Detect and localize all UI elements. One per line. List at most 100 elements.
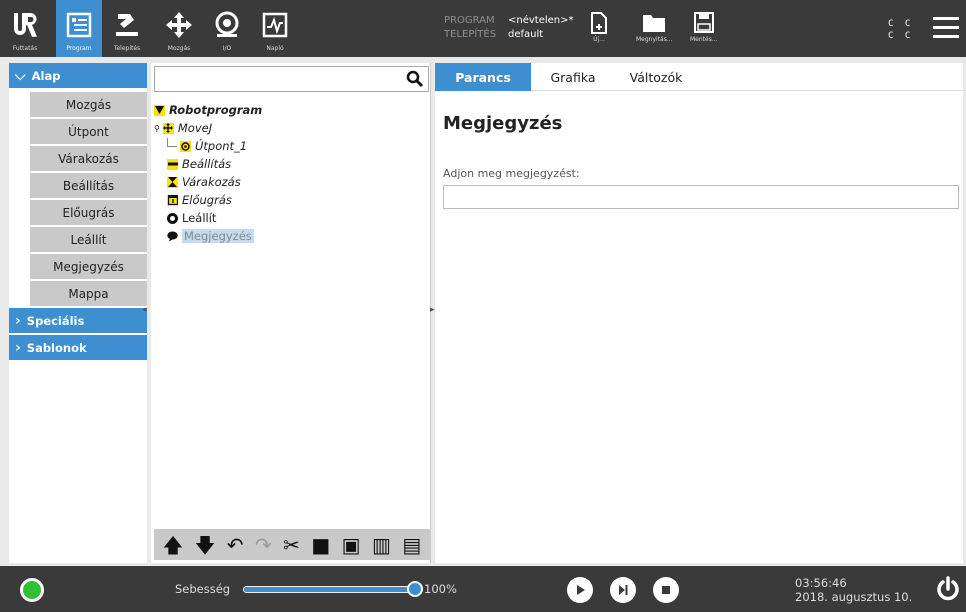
move-icon — [162, 8, 196, 42]
node-halt-button[interactable]: Leállít — [30, 227, 147, 252]
save-icon — [693, 12, 714, 33]
tree-expand-icon[interactable] — [154, 104, 165, 116]
log-tab-label: Napló — [266, 45, 284, 52]
tree-node-comment[interactable]: Megjegyzés — [167, 229, 254, 243]
cut-icon[interactable]: ✂ — [283, 535, 300, 555]
comment-input[interactable] — [443, 185, 959, 209]
installation-tab[interactable]: Telepítés — [104, 0, 150, 57]
robot-status-indicator[interactable] — [20, 578, 44, 602]
control-status-top: C C — [888, 19, 914, 29]
program-tab[interactable]: Program — [56, 0, 102, 57]
log-icon — [258, 8, 292, 42]
node-move-button[interactable]: Mozgás — [30, 92, 147, 117]
tree-node-set[interactable]: Beállítás — [167, 157, 231, 171]
save-file-label: Mentés... — [690, 36, 718, 43]
tree-node-root[interactable]: Robotprogram — [154, 103, 262, 117]
play-button[interactable] — [567, 577, 593, 603]
move-down-icon[interactable]: 🡇 — [195, 535, 216, 555]
speed-value: 100% — [424, 582, 457, 596]
tree-node-wait[interactable]: Várakozás — [167, 175, 241, 189]
chevron-right-icon: › — [15, 339, 21, 356]
move-tab-label: Mozgás — [167, 45, 191, 52]
tree-node-halt[interactable]: Leállít — [167, 211, 216, 225]
node-waypoint-button[interactable]: Útpont — [30, 119, 147, 144]
undo-icon[interactable]: ↶ — [227, 535, 244, 555]
node-comment-button[interactable]: Megjegyzés — [30, 254, 147, 279]
play-icon — [577, 585, 585, 595]
installation-tab-label: Telepítés — [113, 45, 141, 52]
category-templates[interactable]: › Sablonok — [9, 335, 147, 360]
halt-icon — [167, 212, 178, 224]
tab-command[interactable]: Parancs — [435, 63, 531, 91]
stop-button[interactable] — [653, 577, 679, 603]
tree-toolbar: 🡅 🡇 ↶ ↷ ✂ ■ ▣ ▥ ▤ — [154, 529, 430, 560]
program-info: PROGRAM <névtelen>* TELEPÍTÉS default — [444, 14, 574, 42]
io-tab-label: I/O — [222, 45, 232, 52]
clock: 03:56:46 2018. augusztus 10. — [795, 576, 912, 604]
tree-search-input[interactable] — [154, 66, 429, 92]
tree-comment-label: Megjegyzés — [182, 229, 254, 243]
new-file-icon — [591, 12, 607, 34]
installation-icon — [110, 8, 144, 42]
tree-wait-label: Várakozás — [182, 175, 241, 189]
log-tab[interactable]: Napló — [252, 0, 298, 57]
category-special[interactable]: › Speciális — [9, 308, 147, 333]
program-tab-label: Program — [66, 45, 92, 52]
node-wait-button[interactable]: Várakozás — [30, 146, 147, 171]
set-icon — [167, 158, 178, 170]
suppress-icon[interactable]: ▤ — [402, 535, 421, 555]
run-tab[interactable]: Futtatás — [0, 0, 50, 57]
tab-graphics[interactable]: Grafika — [531, 63, 615, 91]
speed-slider-fill — [244, 587, 414, 592]
program-tree-panel: Robotprogram ⚲ MoveJ Útpont_1 Beállítás … — [151, 63, 431, 563]
speed-label: Sebesség — [175, 582, 231, 596]
io-tab[interactable]: I/O — [204, 0, 250, 57]
program-nodes-panel: ⌵ Alap Mozgás Útpont Várakozás Beállítás… — [9, 63, 147, 563]
tree-set-label: Beállítás — [182, 157, 232, 171]
copy-icon[interactable]: ■ — [311, 535, 330, 555]
delete-icon[interactable]: ▥ — [372, 535, 391, 555]
collapse-left-handle[interactable]: ◂ — [142, 305, 151, 317]
open-file-button[interactable]: Megnyitás... — [636, 12, 673, 43]
installation-key: TELEPÍTÉS — [444, 29, 497, 40]
node-folder-button[interactable]: Mappa — [30, 281, 147, 306]
installation-name: default — [508, 29, 544, 40]
move-node-icon — [162, 122, 174, 134]
open-file-label: Megnyitás... — [636, 36, 673, 43]
power-icon[interactable] — [935, 576, 961, 602]
node-popup-button[interactable]: Előugrás — [30, 200, 147, 225]
new-file-button[interactable]: Új... — [590, 12, 608, 43]
tab-variables[interactable]: Változók — [611, 63, 701, 91]
category-special-label: Speciális — [26, 313, 85, 328]
program-key: PROGRAM — [444, 15, 495, 26]
tree-root-label: Robotprogram — [169, 103, 263, 117]
node-set-button[interactable]: Beállítás — [30, 173, 147, 198]
chevron-down-icon: ⌵ — [15, 67, 26, 84]
control-status: C C C C — [888, 18, 913, 42]
stop-icon — [662, 586, 670, 594]
comment-field-label: Adjon meg megjegyzést: — [443, 167, 580, 180]
category-basic[interactable]: ⌵ Alap — [9, 63, 147, 88]
tree-popup-label: Előugrás — [182, 193, 232, 207]
step-button[interactable] — [610, 577, 636, 603]
move-tab[interactable]: Mozgás — [156, 0, 202, 57]
program-icon — [62, 8, 96, 42]
clock-time: 03:56:46 — [795, 576, 847, 590]
waypoint-icon — [180, 140, 191, 152]
speed-slider-handle[interactable] — [407, 581, 423, 597]
program-name: <névtelen>* — [508, 15, 574, 26]
move-up-icon[interactable]: 🡅 — [163, 535, 184, 555]
popup-icon — [167, 194, 178, 206]
tree-node-popup[interactable]: Előugrás — [167, 193, 232, 207]
category-templates-label: Sablonok — [26, 340, 87, 355]
search-icon[interactable] — [406, 70, 424, 88]
paste-icon[interactable]: ▣ — [342, 535, 361, 555]
tree-node-movej[interactable]: ⚲ MoveJ — [154, 121, 212, 135]
menu-icon[interactable] — [933, 17, 959, 39]
tree-movej-label: MoveJ — [177, 121, 213, 135]
redo-icon[interactable]: ↷ — [255, 535, 272, 555]
speed-slider[interactable] — [243, 586, 415, 593]
tree-node-waypoint[interactable]: Útpont_1 — [167, 137, 247, 153]
save-file-button[interactable]: Mentés... — [690, 12, 718, 43]
command-title: Megjegyzés — [443, 113, 563, 134]
